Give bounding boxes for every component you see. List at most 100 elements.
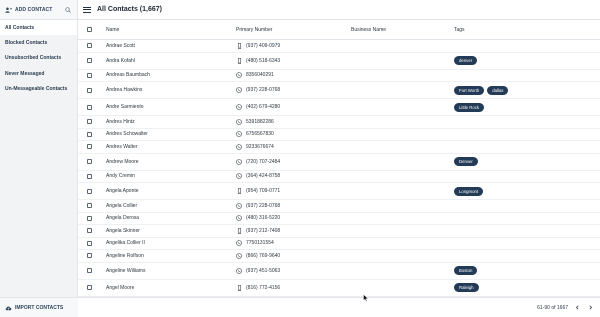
column-header-name[interactable]: Name bbox=[100, 27, 235, 33]
table-row[interactable]: Andres Walter 9233676674 bbox=[78, 141, 600, 154]
top-bar: All Contacts (1,667) bbox=[78, 0, 600, 20]
table-row[interactable]: Andre Sarmiento (402) 679-4280 Little Rock bbox=[78, 99, 600, 116]
sidebar: ADD CONTACT All Contacts Blocked Contact… bbox=[0, 0, 78, 317]
add-contact-button[interactable]: ADD CONTACT bbox=[5, 7, 52, 13]
phone-number: (866) 769-9640 bbox=[246, 252, 281, 259]
table-row[interactable]: Andy Cremin (364) 424-8758 bbox=[78, 171, 600, 183]
row-checkbox[interactable] bbox=[87, 87, 92, 93]
primary-number: (480) 518-6343 bbox=[235, 57, 350, 64]
row-checkbox[interactable] bbox=[87, 43, 92, 49]
phone-icon bbox=[236, 118, 242, 125]
contact-name: Angel Moore bbox=[106, 284, 135, 291]
tag-badge[interactable]: Longmont bbox=[454, 186, 484, 196]
tag-badge[interactable]: Denver bbox=[454, 157, 478, 166]
phone-number: (480) 518-6343 bbox=[246, 57, 281, 64]
contact-name: Angela Skinner bbox=[106, 227, 140, 234]
sidebar-item-never-messaged[interactable]: Never Messaged bbox=[0, 66, 77, 81]
column-header-primary-number[interactable]: Primary Number bbox=[235, 27, 350, 33]
table-row[interactable]: Angel Moore (816) 772-4156 Raleigh bbox=[78, 280, 600, 297]
row-checkbox[interactable] bbox=[87, 268, 92, 273]
tags-cell: Denver bbox=[453, 157, 600, 166]
tags-cell: Longmont bbox=[453, 186, 600, 196]
mobile-phone-icon bbox=[237, 42, 241, 49]
phone-number: (954) 709-0771 bbox=[246, 188, 281, 194]
row-checkbox[interactable] bbox=[87, 215, 92, 221]
contact-name: Angela Aponte bbox=[106, 188, 139, 194]
tag-badge[interactable]: dallas bbox=[487, 85, 509, 95]
table-row[interactable]: Angela Aponte (954) 709-0771 Longmont bbox=[78, 183, 600, 200]
row-checkbox[interactable] bbox=[87, 104, 92, 110]
primary-number: (937) 228-0768 bbox=[235, 87, 350, 93]
contact-name: Andrae Scott bbox=[106, 42, 135, 49]
contact-name: Angelika Collier II bbox=[106, 240, 145, 247]
row-checkbox[interactable] bbox=[87, 203, 92, 209]
row-checkbox[interactable] bbox=[87, 240, 92, 246]
tag-badge[interactable]: Little Rock bbox=[454, 102, 485, 112]
search-button[interactable] bbox=[64, 6, 72, 14]
primary-number: (954) 709-0771 bbox=[235, 188, 350, 194]
row-checkbox[interactable] bbox=[87, 58, 92, 63]
row-checkbox[interactable] bbox=[87, 285, 92, 290]
phone-number: (816) 772-4156 bbox=[246, 284, 281, 291]
table-row[interactable]: Andres Hintz 5391882286 bbox=[78, 116, 600, 129]
phone-number: (480) 316-5220 bbox=[246, 215, 281, 222]
row-checkbox[interactable] bbox=[87, 173, 92, 179]
primary-number: (816) 772-4156 bbox=[235, 284, 350, 291]
tag-badge[interactable]: Boston bbox=[454, 266, 478, 275]
table-row[interactable]: Andrew Moore (720) 707-2484 Denver bbox=[78, 154, 600, 171]
sidebar-item-all-contacts[interactable]: All Contacts bbox=[0, 20, 77, 36]
contact-name: Andres Walter bbox=[106, 143, 138, 150]
row-checkbox[interactable] bbox=[87, 228, 92, 234]
contact-name: Andy Cremin bbox=[106, 173, 135, 180]
table-row[interactable]: Angela Skinner (937) 212-7408 bbox=[78, 225, 600, 238]
mouse-cursor-icon bbox=[363, 294, 369, 302]
contacts-table-body: Andrae Scott (937) 409-0979 Andra Kofahl (4… bbox=[78, 40, 600, 297]
menu-icon[interactable] bbox=[83, 6, 91, 13]
column-header-tags[interactable]: Tags bbox=[453, 27, 600, 33]
tag-badge[interactable]: denver bbox=[454, 56, 478, 65]
table-row[interactable]: Andres Schowalter 6756567830 bbox=[78, 129, 600, 141]
phone-number: 5391882286 bbox=[246, 118, 274, 125]
contact-name: Angela Derosa bbox=[106, 215, 140, 222]
mobile-phone-icon bbox=[237, 227, 241, 234]
table-row[interactable]: Angela Collier (937) 228-0768 bbox=[78, 200, 600, 213]
tag-badge[interactable]: Fort Worth bbox=[454, 85, 485, 95]
column-header-business-name[interactable]: Business Name bbox=[350, 27, 453, 33]
sidebar-item-label: Blocked Contacts bbox=[5, 40, 48, 47]
row-checkbox[interactable] bbox=[87, 159, 92, 164]
next-page-button[interactable] bbox=[587, 304, 594, 311]
phone-number: (937) 212-7408 bbox=[246, 227, 281, 234]
row-checkbox[interactable] bbox=[87, 188, 92, 194]
previous-page-button[interactable] bbox=[574, 304, 581, 311]
row-checkbox[interactable] bbox=[87, 119, 92, 125]
tag-badge[interactable]: Raleigh bbox=[454, 283, 479, 292]
primary-number: (364) 424-8758 bbox=[235, 173, 350, 179]
phone-icon bbox=[236, 72, 242, 79]
row-checkbox[interactable] bbox=[87, 144, 92, 150]
table-row[interactable]: Angelika Collier II 7750131554 bbox=[78, 238, 600, 250]
table-row[interactable]: Andreas Baumbach 8356040291 bbox=[78, 70, 600, 82]
sidebar-item-label: Unsubscribed Contacts bbox=[5, 55, 62, 62]
table-row[interactable]: Andrea Hawkins (937) 228-0768 Fort Worth da… bbox=[78, 82, 600, 99]
tags-cell: Boston bbox=[453, 266, 600, 275]
sidebar-item-unsubscribed-contacts[interactable]: Unsubscribed Contacts bbox=[0, 51, 77, 66]
sidebar-header: ADD CONTACT bbox=[0, 0, 77, 20]
select-all-checkbox[interactable] bbox=[87, 27, 92, 32]
row-checkbox[interactable] bbox=[87, 72, 92, 78]
table-row[interactable]: Angela Derosa (480) 316-5220 bbox=[78, 213, 600, 225]
table-row[interactable]: Angeline Williams (937) 451-5063 Boston bbox=[78, 263, 600, 280]
phone-icon bbox=[236, 173, 242, 180]
import-contacts-button[interactable]: IMPORT CONTACTS bbox=[0, 297, 78, 317]
add-user-icon bbox=[5, 6, 12, 13]
row-checkbox[interactable] bbox=[87, 131, 92, 137]
primary-number: (866) 769-9640 bbox=[235, 253, 350, 259]
sidebar-item-label: All Contacts bbox=[5, 24, 35, 31]
sidebar-item-blocked-contacts[interactable]: Blocked Contacts bbox=[0, 35, 77, 50]
sidebar-item-unmessageable-contacts[interactable]: Un-Messageable Contacts bbox=[0, 82, 77, 97]
table-row[interactable]: Angeline Rolfson (866) 769-9640 bbox=[78, 250, 600, 263]
row-checkbox[interactable] bbox=[87, 253, 92, 259]
table-row[interactable]: Andrae Scott (937) 409-0979 bbox=[78, 40, 600, 53]
table-row[interactable]: Andra Kofahl (480) 518-6343 denver bbox=[78, 53, 600, 70]
page-title: All Contacts (1,667) bbox=[97, 6, 162, 13]
cloud-upload-icon bbox=[5, 306, 12, 310]
